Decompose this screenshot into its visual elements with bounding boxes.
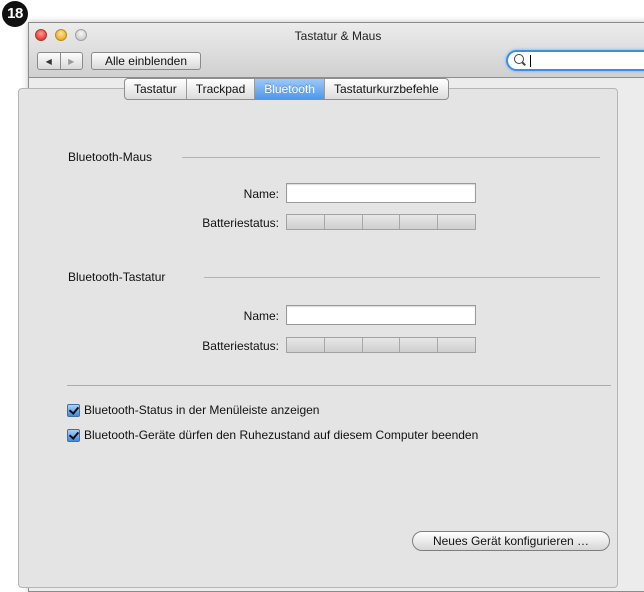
step-number-badge: 18 (2, 1, 28, 27)
forward-button[interactable]: ▶ (61, 53, 83, 69)
forward-arrow-icon: ▶ (68, 56, 75, 66)
tab-tastatur[interactable]: Tastatur (125, 79, 187, 99)
battery-segment (438, 338, 475, 352)
show-status-label: Bluetooth-Status in der Menüleiste anzei… (84, 403, 320, 417)
mouse-battery-indicator (286, 214, 476, 230)
back-forward-control: ◀ ▶ (37, 52, 83, 70)
keyboard-battery-label: Batteriestatus: (202, 339, 279, 353)
battery-segment (324, 215, 363, 229)
wake-computer-checkbox[interactable] (67, 428, 80, 442)
battery-segment (362, 215, 401, 229)
configure-new-device-button[interactable]: Neues Gerät konfigurieren … (412, 531, 610, 551)
tab-bluetooth[interactable]: Bluetooth (255, 79, 325, 99)
keyboard-section-title: Bluetooth-Tastatur (68, 270, 166, 284)
show-status-checkbox[interactable] (67, 403, 80, 417)
wake-computer-option[interactable]: Bluetooth-Geräte dürfen den Ruhezustand … (67, 427, 478, 443)
battery-segment (324, 338, 363, 352)
battery-segment (287, 338, 325, 352)
mouse-name-field[interactable] (286, 183, 476, 203)
tab-bar: Tastatur Trackpad Bluetooth Tastaturkurz… (124, 78, 449, 100)
search-icon (514, 54, 524, 64)
battery-segment (400, 215, 439, 229)
mouse-name-label: Name: (243, 187, 279, 201)
mouse-battery-label: Batteriestatus: (202, 216, 279, 230)
tab-tastaturkurzbefehle[interactable]: Tastaturkurzbefehle (325, 79, 448, 99)
show-all-button[interactable]: Alle einblenden (91, 52, 201, 70)
window-title: Tastatur & Maus (294, 29, 382, 43)
section-divider (67, 385, 611, 386)
battery-segment (362, 338, 401, 352)
keyboard-battery-indicator (286, 337, 476, 353)
battery-segment (438, 215, 475, 229)
keyboard-section-rule (204, 277, 600, 278)
wake-computer-label: Bluetooth-Geräte dürfen den Ruhezustand … (84, 428, 479, 442)
show-status-option[interactable]: Bluetooth-Status in der Menüleiste anzei… (67, 402, 319, 418)
keyboard-name-field[interactable] (286, 305, 476, 325)
text-caret (530, 55, 531, 67)
battery-segment (287, 215, 325, 229)
search-field[interactable] (506, 50, 644, 71)
mouse-section-title: Bluetooth-Maus (68, 150, 153, 164)
mouse-section-rule (182, 157, 600, 158)
back-arrow-icon: ◀ (45, 56, 52, 66)
battery-segment (400, 338, 439, 352)
window-titlebar: Tastatur & Maus ◀ ▶ Alle einblenden (29, 23, 644, 78)
back-button[interactable]: ◀ (38, 53, 61, 69)
tab-trackpad[interactable]: Trackpad (187, 79, 256, 99)
keyboard-name-label: Name: (243, 309, 279, 323)
